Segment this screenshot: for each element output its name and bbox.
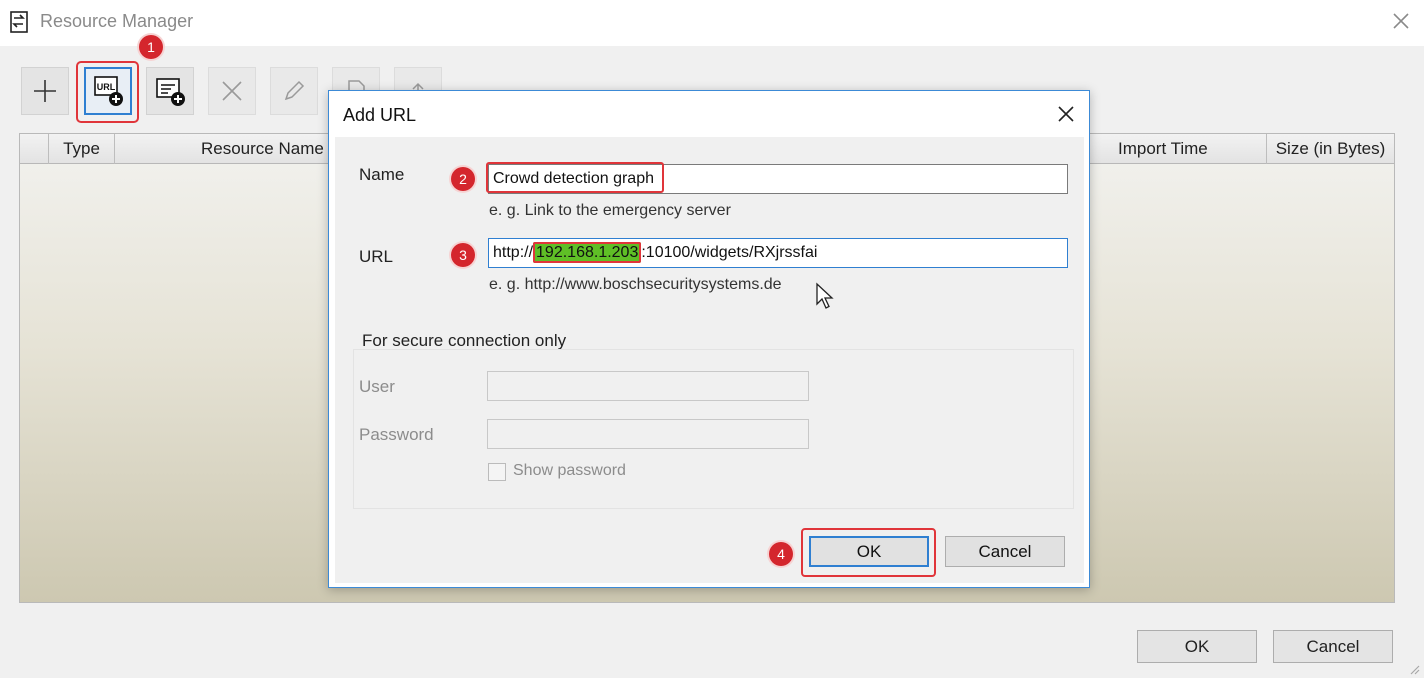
name-hint: e. g. Link to the emergency server	[489, 202, 731, 219]
main-ok-button[interactable]: OK	[1137, 630, 1257, 663]
dialog-content: Name Crowd detection graph 2 e. g. Link …	[335, 137, 1084, 583]
dialog-cancel-button[interactable]: Cancel	[945, 536, 1065, 567]
column-header-type[interactable]: Type	[49, 134, 115, 164]
add-button[interactable]	[21, 67, 69, 115]
name-label: Name	[359, 165, 405, 184]
main-cancel-button[interactable]: Cancel	[1273, 630, 1393, 663]
column-header-select	[20, 134, 49, 164]
window-title: Resource Manager	[40, 11, 194, 31]
pencil-icon	[281, 78, 307, 104]
close-icon[interactable]	[1053, 101, 1079, 127]
step-1-highlight	[76, 61, 139, 123]
password-input[interactable]	[487, 419, 809, 449]
add-application-button[interactable]	[146, 67, 194, 115]
secure-connection-label: For secure connection only	[362, 331, 567, 350]
dialog-title: Add URL	[343, 105, 417, 125]
step-2-highlight	[486, 162, 664, 193]
password-label: Password	[359, 425, 434, 444]
url-suffix: :10100/widgets/RXjrssfai	[641, 244, 818, 261]
list-plus-icon	[153, 74, 187, 108]
url-hint: e. g. http://www.boschsecuritysystems.de	[489, 276, 782, 293]
edit-button[interactable]	[270, 67, 318, 115]
step-1-marker: 1	[139, 35, 163, 59]
mouse-cursor-icon	[815, 282, 835, 315]
show-password-checkbox[interactable]	[488, 463, 506, 481]
column-header-import-time[interactable]: Import Time	[1088, 134, 1267, 164]
step-4-marker: 4	[769, 542, 793, 566]
column-header-size[interactable]: Size (in Bytes)	[1267, 134, 1394, 164]
step-3-marker: 3	[451, 243, 475, 267]
dialog-ok-button[interactable]: OK	[809, 536, 929, 567]
url-prefix: http://	[493, 244, 534, 261]
resource-manager-icon	[9, 11, 31, 33]
show-password-label: Show password	[513, 462, 626, 479]
user-label: User	[359, 377, 395, 396]
url-label: URL	[359, 247, 394, 266]
x-icon	[219, 78, 245, 104]
close-icon[interactable]	[1388, 8, 1414, 34]
step-2-marker: 2	[451, 167, 475, 191]
url-ip-highlight: 192.168.1.203	[533, 242, 642, 263]
user-input[interactable]	[487, 371, 809, 401]
resize-grip-icon[interactable]	[1408, 660, 1420, 675]
url-input[interactable]: http://192.168.1.203:10100/widgets/RXjrs…	[488, 238, 1068, 268]
delete-button[interactable]	[208, 67, 256, 115]
window-titlebar	[0, 0, 1424, 46]
add-url-dialog: Add URL Name Crowd detection graph 2 e. …	[328, 90, 1090, 588]
plus-icon	[32, 78, 58, 104]
